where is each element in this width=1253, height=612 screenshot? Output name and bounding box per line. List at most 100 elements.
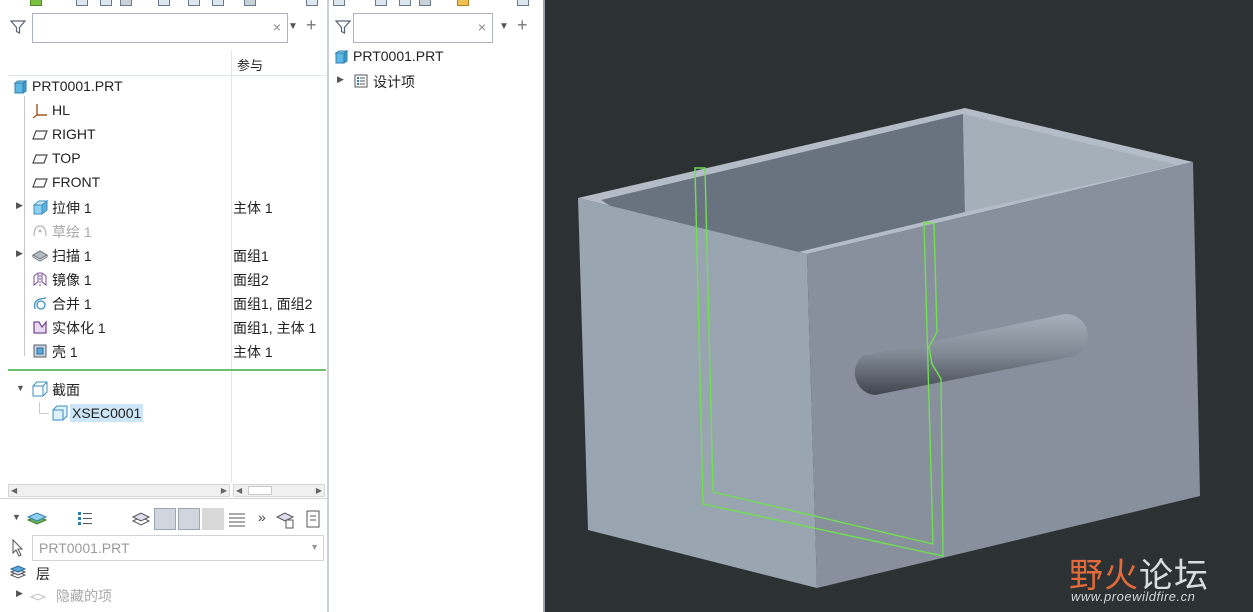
tree-hscrollbar[interactable]: ◀ ▶ <box>8 484 230 497</box>
tree-item-label: FRONT <box>52 174 101 190</box>
chevron-down-icon[interactable]: ▼ <box>499 21 509 32</box>
design-items-icon <box>354 74 368 88</box>
panel-menu-icon[interactable] <box>306 0 318 6</box>
tree-item-solidify[interactable]: 实体化 1 面组1, 主体 1 <box>8 315 326 339</box>
tree-view-icon[interactable] <box>76 0 88 6</box>
model-view[interactable] <box>545 0 1253 612</box>
tree-item-sweep[interactable]: ▶ 扫描 1 面组1 <box>8 243 326 267</box>
clear-icon[interactable]: × <box>478 19 486 35</box>
highlight-icon[interactable] <box>457 0 469 6</box>
column-hscrollbar[interactable]: ◀ ▶ <box>233 484 325 497</box>
show-icon[interactable] <box>100 0 112 6</box>
tree-search-input[interactable]: × <box>32 13 288 43</box>
tree-item-label: 截面 <box>52 382 80 398</box>
scroll-right-icon[interactable]: ▶ <box>221 485 227 496</box>
tree-item-label: 草绘 1 <box>52 224 92 240</box>
column-header-participation[interactable]: 参与 <box>237 55 263 74</box>
mirror-icon <box>33 272 47 286</box>
tree-item-label: XSEC0001 <box>70 404 144 422</box>
tree-item-label: 拉伸 1 <box>52 200 92 216</box>
layer-properties-icon[interactable] <box>274 508 296 530</box>
filter-icon[interactable] <box>335 19 351 35</box>
list-icon[interactable] <box>375 0 387 6</box>
layer-new-icon[interactable] <box>130 508 152 530</box>
tree-icon[interactable] <box>333 0 345 6</box>
layer-hidden-items[interactable]: ▶ 隐藏的项 <box>8 583 326 607</box>
active-model-value: PRT0001.PRT <box>39 540 130 556</box>
model-tree-toolbar <box>0 0 327 8</box>
display-icon[interactable] <box>244 0 256 6</box>
clear-icon[interactable]: × <box>273 19 281 35</box>
chevron-down-icon[interactable]: ▼ <box>310 542 319 552</box>
layer-info-icon[interactable] <box>302 508 324 530</box>
pointer-icon <box>12 539 24 557</box>
layer-stack-icon[interactable] <box>226 508 248 530</box>
columns-icon[interactable] <box>158 0 170 6</box>
scroll-left-icon[interactable]: ◀ <box>11 485 17 496</box>
tree-item-csys[interactable]: HL <box>8 99 326 123</box>
layers-icon[interactable] <box>26 508 48 530</box>
expand-arrow-icon[interactable]: ▶ <box>16 248 23 259</box>
layer-hide-button[interactable] <box>202 508 224 530</box>
tree-item-merge[interactable]: 合并 1 面组1, 面组2 <box>8 291 326 315</box>
tree-item-ref: 主体 1 <box>233 200 273 216</box>
detail-tree-toolbar <box>329 0 543 8</box>
expand-arrow-icon[interactable]: ▶ <box>16 588 23 599</box>
detail-search-input[interactable]: × <box>353 13 493 43</box>
tree-item-part[interactable]: PRT0001.PRT <box>8 75 326 99</box>
panel-splitter[interactable] <box>0 498 327 503</box>
collapse-arrow-icon[interactable]: ▼ <box>16 383 25 393</box>
chevron-down-icon[interactable]: ▼ <box>12 512 21 522</box>
expand-arrow-icon[interactable]: ▶ <box>337 74 344 85</box>
detail-item-label: 设计项 <box>373 74 415 90</box>
more-icon[interactable]: » <box>258 509 266 525</box>
tree-item-label: 壳 1 <box>52 344 78 360</box>
panel-menu-icon[interactable] <box>517 0 529 6</box>
settings-icon[interactable] <box>419 0 431 6</box>
cross-section-icon <box>52 405 68 421</box>
tree-item-sections[interactable]: ▼ 截面 <box>8 377 326 401</box>
tree-item-datum-plane[interactable]: RIGHT <box>8 123 326 147</box>
tree-item-ref: 面组2 <box>233 272 269 288</box>
datum-plane-icon <box>32 130 48 140</box>
detail-item-label: PRT0001.PRT <box>353 48 444 64</box>
insert-here-marker[interactable] <box>8 369 326 371</box>
part-icon <box>13 80 28 94</box>
scroll-left-icon[interactable]: ◀ <box>236 485 242 496</box>
tree-item-datum-plane[interactable]: FRONT <box>8 171 326 195</box>
expand-arrow-icon[interactable]: ▶ <box>16 200 23 211</box>
layer-toolbar: ▼ » <box>8 506 326 532</box>
add-filter-button[interactable]: + <box>517 15 528 36</box>
tree-list-icon[interactable] <box>74 508 96 530</box>
tree-item-mirror[interactable]: 镜像 1 面组2 <box>8 267 326 291</box>
layer-select-button[interactable] <box>178 508 200 530</box>
active-model-field[interactable]: PRT0001.PRT ▼ <box>32 535 324 561</box>
scroll-right-icon[interactable]: ▶ <box>316 485 322 496</box>
layers-toggle-icon[interactable] <box>212 0 224 6</box>
tree-item-xsec[interactable]: XSEC0001 <box>8 401 326 425</box>
chevron-down-icon[interactable]: ▼ <box>288 21 298 32</box>
settings-icon[interactable] <box>120 0 132 6</box>
tree-item-ref: 主体 1 <box>233 344 273 360</box>
graphics-viewport[interactable]: 野火论坛 www.proewildfire.cn <box>543 0 1253 612</box>
tree-item-extrude[interactable]: ▶ 拉伸 1 主体 1 <box>8 195 326 219</box>
tree-item-datum-plane[interactable]: TOP <box>8 147 326 171</box>
extrude-icon <box>32 199 48 215</box>
layer-root[interactable]: 层 <box>8 561 326 585</box>
active-model-select[interactable]: PRT0001.PRT ▼ <box>8 535 324 561</box>
show-icon[interactable] <box>399 0 411 6</box>
add-filter-button[interactable]: + <box>306 15 317 36</box>
layer-show-button[interactable] <box>154 508 176 530</box>
solidify-icon <box>33 320 47 334</box>
tree-item-shell[interactable]: 壳 1 主体 1 <box>8 339 326 363</box>
tree-item-ref: 面组1 <box>233 248 269 264</box>
tree-item-label: 镜像 1 <box>52 272 92 288</box>
layers-icon <box>10 565 26 579</box>
tree-item-label: 合并 1 <box>52 296 92 312</box>
filter-tree-icon[interactable] <box>188 0 200 6</box>
tree-item-sketch[interactable]: 草绘 1 <box>8 219 326 243</box>
sketch-icon <box>33 225 47 237</box>
scroll-thumb[interactable] <box>248 486 272 495</box>
filter-icon[interactable] <box>10 19 26 35</box>
part-icon[interactable] <box>30 0 42 6</box>
